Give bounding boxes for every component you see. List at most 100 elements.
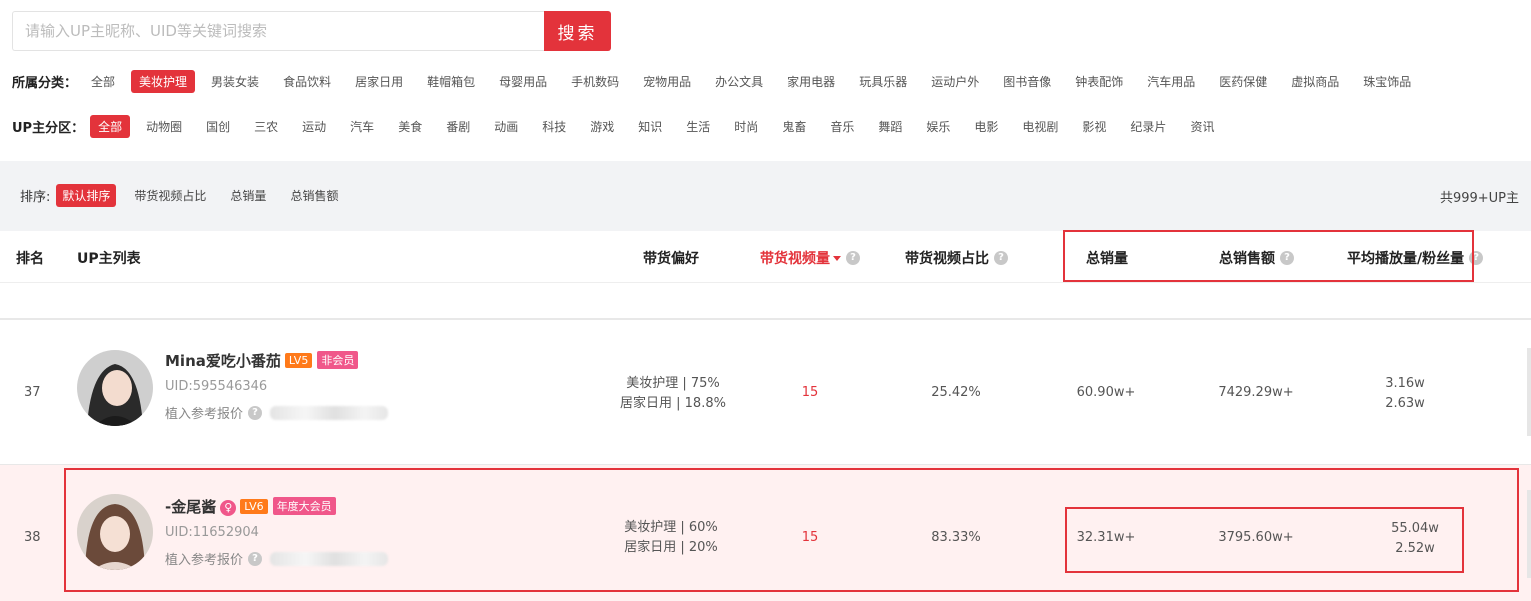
category-tag-active[interactable]: 美妆护理 <box>131 70 196 93</box>
video-ratio: 25.42% <box>931 385 981 400</box>
member-badge: 非会员 <box>317 351 359 369</box>
category-filter: 所属分类： 全部 美妆护理 男装女装 食品饮料 居家日用 鞋帽箱包 母婴用品 手… <box>12 70 1427 93</box>
zone-tag[interactable]: 动画 <box>486 115 526 138</box>
help-icon[interactable]: ? <box>846 251 860 265</box>
category-tag[interactable]: 钟表配饰 <box>1067 70 1131 93</box>
header-list: UP主列表 <box>77 251 141 267</box>
quote-label: 植入参考报价 <box>165 407 244 422</box>
zone-tag[interactable]: 电视剧 <box>1014 115 1066 138</box>
preference-2: 居家日用 | 18.8% <box>620 396 726 411</box>
total-sales: 60.90w+ <box>1076 385 1136 400</box>
zone-tag[interactable]: 时尚 <box>726 115 766 138</box>
category-tag[interactable]: 图书音像 <box>995 70 1059 93</box>
uid: UID:595546346 <box>165 379 268 394</box>
up-name-line: Mina爱吃小番茄 LV5 非会员 <box>165 350 359 371</box>
zone-tag[interactable]: 科技 <box>534 115 574 138</box>
zone-tag[interactable]: 游戏 <box>582 115 622 138</box>
help-icon[interactable]: ? <box>1469 251 1484 265</box>
avg-play: 55.04w <box>1391 521 1439 536</box>
table-header: 排名 UP主列表 带货偏好 带货视频量 ? 带货视频占比 ? 总销量 总销售额 … <box>0 231 1531 283</box>
zone-tag[interactable]: 三农 <box>246 115 286 138</box>
scrollbar[interactable] <box>1527 490 1531 578</box>
preference: 美妆护理 | 75% 居家日用 | 18.8% <box>608 374 738 414</box>
sort-video-ratio[interactable]: 带货视频占比 <box>128 184 212 207</box>
search-input[interactable] <box>12 11 544 51</box>
help-icon[interactable]: ? <box>248 405 263 420</box>
zone-tag[interactable]: 舞蹈 <box>870 115 910 138</box>
sort-total-sales[interactable]: 总销量 <box>224 184 272 207</box>
zone-tag[interactable]: 番剧 <box>438 115 478 138</box>
preference-1: 美妆护理 | 75% <box>626 376 720 391</box>
zone-tag[interactable]: 资讯 <box>1182 115 1222 138</box>
header-total-sales: 总销量 <box>1086 251 1128 267</box>
header-video-count-label: 带货视频量 <box>760 251 830 267</box>
sort-desc-icon <box>833 255 841 261</box>
header-total-revenue-label: 总销售额 <box>1219 251 1275 267</box>
avatar[interactable] <box>77 494 153 570</box>
total-count: 共999+UP主 <box>1439 191 1519 206</box>
zone-tag[interactable]: 动物圈 <box>138 115 190 138</box>
zone-tag-active[interactable]: 全部 <box>90 115 131 138</box>
header-preference: 带货偏好 <box>643 251 699 267</box>
zone-tag[interactable]: 运动 <box>294 115 334 138</box>
sort-total-revenue[interactable]: 总销售额 <box>284 184 344 207</box>
category-tag[interactable]: 家用电器 <box>779 70 843 93</box>
search-button[interactable]: 搜索 <box>544 11 611 51</box>
video-ratio: 83.33% <box>931 530 981 545</box>
blurred-price <box>270 405 389 420</box>
quote-line: 植入参考报价 ? <box>165 403 389 422</box>
header-video-count[interactable]: 带货视频量 ? <box>760 248 860 268</box>
zone-tag[interactable]: 纪录片 <box>1122 115 1174 138</box>
zone-tag[interactable]: 电影 <box>966 115 1006 138</box>
zone-tag[interactable]: 鬼畜 <box>774 115 814 138</box>
header-rank: 排名 <box>16 251 44 267</box>
category-tag[interactable]: 食品饮料 <box>275 70 339 93</box>
rank: 37 <box>24 385 41 400</box>
uid: UID:11652904 <box>165 525 259 540</box>
category-tag[interactable]: 全部 <box>83 70 123 93</box>
category-tag[interactable]: 汽车用品 <box>1139 70 1203 93</box>
up-name[interactable]: Mina爱吃小番茄 <box>165 352 281 370</box>
table-row[interactable]: 38 -金尾酱 ♀ LV6 年度大会员 UID:11652904 植入参考报价 ? 美… <box>0 464 1531 601</box>
category-tag[interactable]: 虚拟商品 <box>1283 70 1347 93</box>
zone-tag[interactable]: 汽车 <box>342 115 382 138</box>
up-name-line: -金尾酱 ♀ LV6 年度大会员 <box>165 496 336 517</box>
preference: 美妆护理 | 60% 居家日用 | 20% <box>606 518 736 558</box>
video-count: 15 <box>801 530 819 545</box>
zone-tag[interactable]: 娱乐 <box>918 115 958 138</box>
scrollbar[interactable] <box>1527 348 1531 436</box>
help-icon[interactable]: ? <box>1280 251 1294 265</box>
zone-tag[interactable]: 国创 <box>198 115 238 138</box>
category-tag[interactable]: 医药保健 <box>1211 70 1275 93</box>
category-tag[interactable]: 手机数码 <box>563 70 627 93</box>
category-tag[interactable]: 宠物用品 <box>635 70 699 93</box>
sort-bar: 排序: 默认排序 带货视频占比 总销量 总销售额 <box>20 184 356 207</box>
category-tag[interactable]: 珠宝饰品 <box>1355 70 1419 93</box>
zone-label: UP主分区： <box>12 121 85 136</box>
zone-tag[interactable]: 美食 <box>390 115 430 138</box>
level-badge: LV6 <box>240 499 268 514</box>
help-icon[interactable]: ? <box>994 251 1008 265</box>
fans: 2.52w <box>1395 541 1435 556</box>
level-badge: LV5 <box>284 353 313 368</box>
category-tag[interactable]: 运动户外 <box>923 70 987 93</box>
category-tag[interactable]: 居家日用 <box>347 70 411 93</box>
table-row[interactable]: 37 Mina爱吃小番茄 LV5 非会员 UID:595546346 植入参考报价 … <box>0 319 1531 464</box>
help-icon[interactable]: ? <box>248 551 263 566</box>
preference-2: 居家日用 | 20% <box>624 540 718 555</box>
rank: 38 <box>24 530 41 545</box>
zone-tag[interactable]: 音乐 <box>822 115 862 138</box>
avatar[interactable] <box>77 350 153 426</box>
category-tag[interactable]: 办公文具 <box>707 70 771 93</box>
zone-tag[interactable]: 生活 <box>678 115 718 138</box>
category-tag[interactable]: 玩具乐器 <box>851 70 915 93</box>
category-tag[interactable]: 男装女装 <box>203 70 267 93</box>
header-avg-play-fans-label: 平均播放量/粉丝量 <box>1347 251 1465 267</box>
zone-tag[interactable]: 影视 <box>1074 115 1114 138</box>
total-revenue: 3795.60w+ <box>1218 530 1294 545</box>
zone-tag[interactable]: 知识 <box>630 115 670 138</box>
category-tag[interactable]: 鞋帽箱包 <box>419 70 483 93</box>
category-tag[interactable]: 母婴用品 <box>491 70 555 93</box>
up-name[interactable]: -金尾酱 <box>165 498 216 516</box>
sort-default[interactable]: 默认排序 <box>56 184 117 207</box>
